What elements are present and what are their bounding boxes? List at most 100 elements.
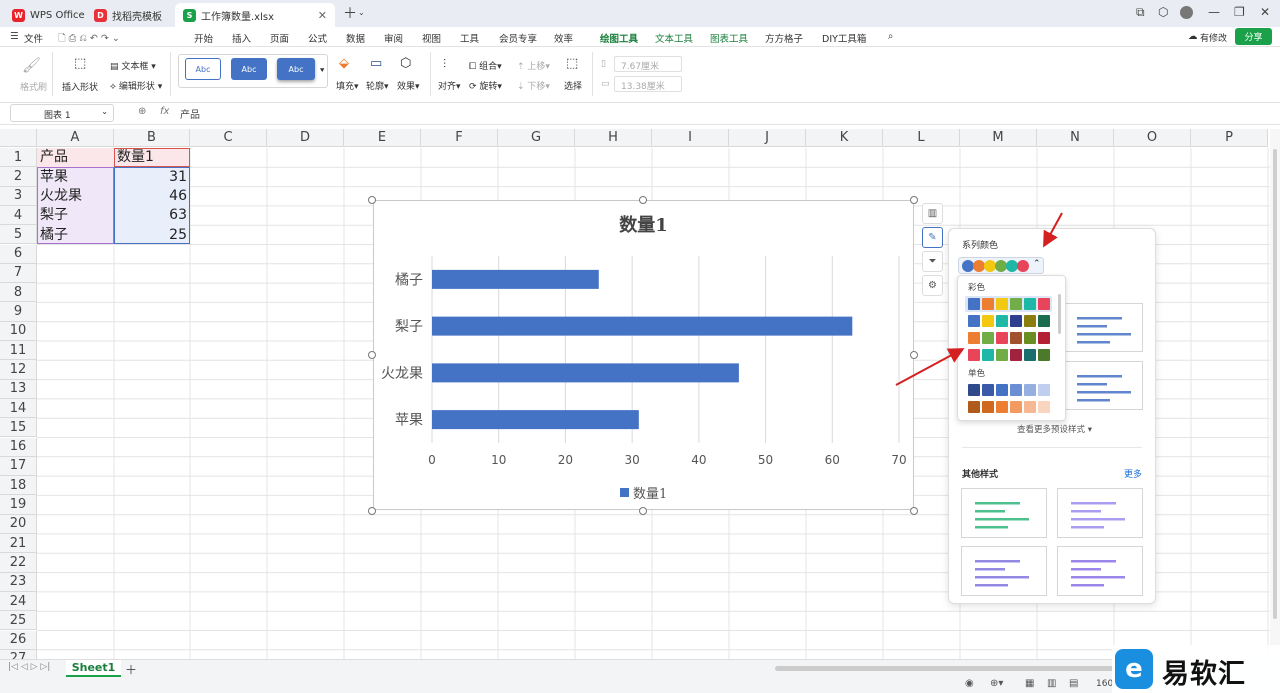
width-field[interactable]: 13.38厘米 bbox=[614, 76, 682, 92]
menu-view[interactable]: 视图 bbox=[422, 31, 441, 45]
cell-a5[interactable]: 橘子 bbox=[40, 226, 68, 245]
close-window-icon[interactable]: ✕ bbox=[1260, 5, 1270, 19]
row-header-22[interactable]: 22 bbox=[0, 553, 37, 573]
edit-shape-button[interactable]: ⟡ 编辑形状 ▾ bbox=[110, 79, 162, 92]
column-header-L[interactable]: L bbox=[883, 129, 960, 147]
colorful-palette-row[interactable] bbox=[968, 332, 1052, 345]
maximize-icon[interactable]: ❐ bbox=[1234, 5, 1245, 19]
insert-shape-button[interactable]: 插入形状 bbox=[62, 80, 98, 93]
menu-chart-tools[interactable]: 图表工具 bbox=[710, 31, 748, 45]
tab-workbook[interactable]: S 工作簿数量.xlsx ✕ bbox=[175, 3, 335, 27]
search-icon[interactable]: ⌕ bbox=[888, 31, 893, 42]
scroll-thumb[interactable] bbox=[1273, 149, 1277, 619]
close-tab-icon[interactable]: ✕ bbox=[318, 9, 327, 22]
column-header-A[interactable]: A bbox=[37, 129, 114, 147]
column-header-E[interactable]: E bbox=[344, 129, 421, 147]
chevron-down-icon[interactable]: ⌄ bbox=[358, 8, 365, 17]
row-header-11[interactable]: 11 bbox=[0, 341, 37, 361]
row-header-8[interactable]: 8 bbox=[0, 283, 37, 303]
eye-icon[interactable]: ◉ bbox=[965, 678, 974, 689]
cell-a4[interactable]: 梨子 bbox=[40, 206, 68, 225]
row-header-3[interactable]: 3 bbox=[0, 186, 37, 206]
row-header-27[interactable]: 27 bbox=[0, 649, 37, 659]
row-header-10[interactable]: 10 bbox=[0, 321, 37, 341]
style-shadow-sample[interactable]: Abc bbox=[277, 58, 315, 80]
select-button[interactable]: 选择 bbox=[564, 79, 582, 92]
menu-insert[interactable]: 插入 bbox=[232, 31, 251, 45]
row-header-15[interactable]: 15 bbox=[0, 418, 37, 438]
add-sheet-icon[interactable]: ＋ bbox=[125, 661, 137, 678]
column-header-O[interactable]: O bbox=[1114, 129, 1191, 147]
name-box[interactable]: 图表 1 ⌄ bbox=[10, 104, 114, 122]
row-header-25[interactable]: 25 bbox=[0, 611, 37, 631]
menu-tools[interactable]: 工具 bbox=[460, 31, 479, 45]
more-styles-icon[interactable]: ⯆ bbox=[319, 66, 325, 76]
row-header-23[interactable]: 23 bbox=[0, 572, 37, 592]
cell-b5[interactable]: 25 bbox=[117, 226, 187, 245]
bar-苹果[interactable] bbox=[432, 410, 639, 430]
cell-a1[interactable]: 产品 bbox=[40, 148, 68, 167]
menu-page[interactable]: 页面 bbox=[270, 31, 289, 45]
menu-efficiency[interactable]: 效率 bbox=[554, 31, 573, 45]
row-header-6[interactable]: 6 bbox=[0, 244, 37, 264]
menu-member[interactable]: 会员专享 bbox=[499, 31, 537, 45]
chart-legend[interactable]: 数量1 bbox=[620, 483, 667, 502]
hamburger-icon[interactable]: ☰ bbox=[10, 31, 19, 42]
bar-梨子[interactable] bbox=[432, 316, 853, 336]
align-button[interactable]: 对齐▾ bbox=[438, 79, 461, 92]
column-header-D[interactable]: D bbox=[267, 129, 344, 147]
colorful-palette-row[interactable] bbox=[968, 315, 1052, 328]
minimize-icon[interactable]: — bbox=[1208, 5, 1220, 19]
row-header-19[interactable]: 19 bbox=[0, 495, 37, 515]
row-header-2[interactable]: 2 bbox=[0, 167, 37, 187]
bar-橘子[interactable] bbox=[432, 269, 599, 289]
effect-button[interactable]: 效果▾ bbox=[397, 79, 420, 92]
resize-handle[interactable] bbox=[639, 507, 647, 515]
resize-handle[interactable] bbox=[910, 351, 918, 359]
new-tab-icon[interactable]: ＋ bbox=[343, 3, 357, 23]
cube-icon[interactable]: ⬡ bbox=[1158, 5, 1168, 19]
row-header-14[interactable]: 14 bbox=[0, 398, 37, 419]
column-header-H[interactable]: H bbox=[575, 129, 652, 147]
column-header-N[interactable]: N bbox=[1037, 129, 1114, 147]
row-header-4[interactable]: 4 bbox=[0, 205, 37, 226]
row-header-20[interactable]: 20 bbox=[0, 514, 37, 534]
row-header-16[interactable]: 16 bbox=[0, 437, 37, 457]
formula-input[interactable]: 产品 bbox=[180, 106, 200, 121]
resize-handle[interactable] bbox=[910, 196, 918, 204]
textbox-button[interactable]: ▤ 文本框 ▾ bbox=[110, 59, 156, 72]
chart-settings-button[interactable]: ⚙ bbox=[922, 275, 943, 296]
column-header-F[interactable]: F bbox=[421, 129, 498, 147]
rotate-button[interactable]: ⟳ 旋转▾ bbox=[469, 79, 502, 92]
row-header-9[interactable]: 9 bbox=[0, 302, 37, 322]
column-header-G[interactable]: G bbox=[498, 129, 575, 147]
page-layout-icon[interactable]: ▥ bbox=[1047, 678, 1056, 689]
share-button[interactable]: 分享 bbox=[1235, 28, 1272, 45]
horizontal-scroll-thumb[interactable] bbox=[775, 666, 1115, 671]
row-header-7[interactable]: 7 bbox=[0, 263, 37, 284]
column-header-J[interactable]: J bbox=[729, 129, 806, 147]
cell-b3[interactable]: 46 bbox=[117, 187, 187, 206]
resize-handle[interactable] bbox=[368, 351, 376, 359]
fill-button[interactable]: 填充▾ bbox=[336, 79, 359, 92]
menu-drawing-tools[interactable]: 绘图工具 bbox=[600, 31, 639, 49]
resize-handle[interactable] bbox=[910, 507, 918, 515]
sheet-tab-sheet1[interactable]: Sheet1 bbox=[66, 660, 121, 677]
menu-text-tools[interactable]: 文本工具 bbox=[655, 31, 693, 45]
format-brush-button[interactable]: 格式刷 bbox=[20, 80, 47, 93]
row-header-12[interactable]: 12 bbox=[0, 360, 37, 380]
row-header-21[interactable]: 21 bbox=[0, 534, 37, 554]
chart-filter-button[interactable]: ⏷ bbox=[922, 251, 943, 272]
resize-handle[interactable] bbox=[368, 507, 376, 515]
bar-火龙果[interactable] bbox=[432, 363, 739, 383]
fx-icon[interactable]: fx bbox=[160, 106, 169, 117]
avatar[interactable] bbox=[1180, 6, 1193, 19]
row-header-26[interactable]: 26 bbox=[0, 630, 37, 650]
quick-access-icons[interactable]: 🗋 ⎙ ⎌ ↶ ↷ ⌄ bbox=[58, 31, 120, 47]
zoom-icon[interactable]: ⊕ bbox=[138, 106, 146, 117]
bring-up-button[interactable]: ⇡ 上移▾ bbox=[517, 59, 550, 72]
window-mode-icon[interactable]: ⧉ bbox=[1136, 5, 1145, 20]
column-header-P[interactable]: P bbox=[1191, 129, 1268, 147]
menu-formula[interactable]: 公式 bbox=[308, 31, 327, 45]
cell-a3[interactable]: 火龙果 bbox=[40, 187, 82, 206]
